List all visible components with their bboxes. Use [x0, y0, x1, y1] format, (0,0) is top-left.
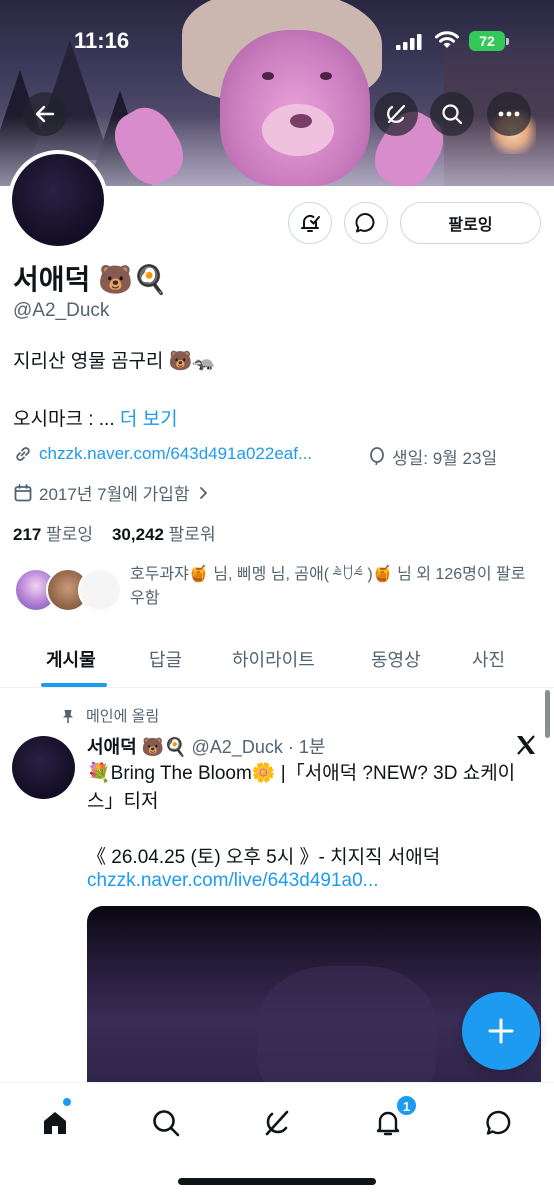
- plus-icon: [488, 1018, 514, 1044]
- birthday-text: 생일: 9월 23일: [392, 449, 498, 468]
- notification-settings-button[interactable]: [288, 202, 332, 244]
- grok-icon: [387, 104, 406, 124]
- bio-line-2-text: 오시마크 : ...: [13, 409, 115, 430]
- home-indicator[interactable]: [178, 1178, 376, 1185]
- birthday-row: 생일: 9월 23일: [368, 444, 497, 469]
- grok-icon: [265, 1110, 289, 1136]
- balloon-icon: [370, 446, 384, 465]
- nav-messages[interactable]: [479, 1103, 519, 1143]
- message-icon: [355, 213, 375, 233]
- post-text: 💐Bring The Bloom🌼 |「서애덕 ?NEW? 3D 쇼케이스」티저: [87, 763, 516, 812]
- battery-level: 72: [479, 33, 495, 49]
- battery-indicator: 72: [469, 31, 509, 51]
- post-date-line: 《 26.04.25 (토) 오후 5시 》- 치지직 서애덕: [87, 847, 441, 868]
- tab-posts[interactable]: 게시물: [46, 646, 96, 672]
- following-count-link[interactable]: 217 팔로잉: [13, 525, 93, 544]
- show-more-link[interactable]: 더 보기: [120, 409, 178, 430]
- search-icon: [153, 1110, 180, 1137]
- pinned-label: 메인에 올림: [86, 708, 160, 725]
- status-bar: 11:16 72: [0, 0, 554, 84]
- followers-count: 30,242: [111, 525, 164, 544]
- tab-videos[interactable]: 동영상: [371, 646, 421, 672]
- wifi-icon: [435, 31, 459, 48]
- message-icon: [486, 1110, 511, 1135]
- mutual-followers-text[interactable]: 호두과쟈🍯 님, 삐멩 님, 곰애( ⁼̴̀ꇴ⁼̴́ )🍯 님 외 126명이 …: [130, 563, 540, 611]
- mutual-avatar[interactable]: [78, 568, 122, 612]
- tab-replies[interactable]: 답글: [149, 646, 182, 672]
- profile-link-row[interactable]: chzzk.naver.com/643d491a022eaf...: [13, 444, 312, 464]
- chevron-right-icon: [199, 486, 207, 499]
- active-tab-indicator: [41, 683, 107, 687]
- message-button[interactable]: [344, 202, 388, 244]
- bio-line-2: 오시마크 : ... 더 보기: [13, 404, 178, 431]
- scrollbar[interactable]: [545, 690, 550, 738]
- joined-row[interactable]: 2017년 7월에 가입함: [13, 480, 216, 505]
- nav-home[interactable]: [35, 1103, 75, 1143]
- back-button[interactable]: [23, 92, 67, 136]
- home-badge-dot: [62, 1097, 72, 1107]
- post-author-name[interactable]: 서애덕 🐻🍳: [87, 737, 187, 757]
- post-handle-time: @A2_Duck · 1분: [191, 737, 326, 757]
- joined-text: 2017년 7월에 가입함: [39, 485, 190, 504]
- nav-search[interactable]: [146, 1103, 186, 1143]
- compose-button[interactable]: [462, 992, 540, 1070]
- follow-counts: 217 팔로잉 30,242 팔로워: [13, 520, 216, 545]
- user-handle: @A2_Duck: [13, 300, 110, 321]
- following-button[interactable]: 팔로잉: [400, 202, 541, 244]
- tab-highlights[interactable]: 하이라이트: [232, 646, 315, 672]
- search-button[interactable]: [430, 92, 474, 136]
- profile-link[interactable]: chzzk.naver.com/643d491a022eaf...: [39, 444, 312, 464]
- link-icon: [16, 447, 30, 461]
- notification-settings-icon: [301, 214, 320, 232]
- calendar-icon: [14, 483, 32, 501]
- following-count: 217: [13, 525, 42, 544]
- more-button[interactable]: [487, 92, 531, 136]
- nav-grok[interactable]: [257, 1103, 297, 1143]
- profile-avatar[interactable]: [8, 150, 108, 250]
- post-header: 서애덕 🐻🍳 @A2_Duck · 1분: [87, 733, 325, 759]
- home-icon: [44, 1112, 66, 1134]
- followers-label: 팔로워: [168, 525, 216, 544]
- signal-icon: [396, 34, 422, 50]
- post-media[interactable]: [87, 906, 541, 1096]
- bio-line-1: 지리산 영물 곰구리 🐻🦡: [13, 351, 216, 372]
- pin-icon: [63, 709, 73, 723]
- display-name: 서애덕 🐻🍳: [13, 264, 168, 295]
- search-icon: [442, 104, 463, 125]
- post-link[interactable]: chzzk.naver.com/live/643d491a0...: [87, 870, 379, 892]
- notifications-badge: 1: [396, 1095, 417, 1116]
- tab-photos[interactable]: 사진: [472, 646, 505, 672]
- x-logo-icon: [517, 735, 535, 755]
- followers-count-link[interactable]: 30,242 팔로워: [112, 525, 216, 544]
- grok-button[interactable]: [374, 92, 418, 136]
- profile-tabs: 게시물 답글 하이라이트 동영상 사진: [0, 630, 554, 688]
- pinned-indicator: 메인에 올림: [60, 705, 159, 726]
- more-icon: [498, 111, 520, 117]
- following-label: 팔로잉: [46, 525, 94, 544]
- status-time: 11:16: [74, 28, 130, 53]
- back-arrow-icon: [35, 105, 55, 123]
- post-author-avatar[interactable]: [12, 736, 75, 799]
